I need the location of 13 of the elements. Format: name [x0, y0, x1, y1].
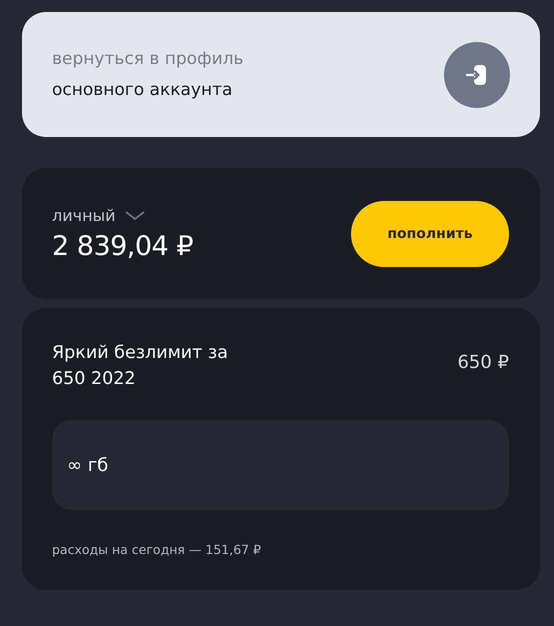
data-allowance: ∞ гб — [67, 454, 108, 476]
account-type-dropdown[interactable]: личный — [52, 206, 146, 224]
chevron-down-icon — [124, 208, 146, 222]
tariff-name: Яркий безлимит за 650 2022 — [52, 342, 229, 391]
login-icon — [466, 62, 488, 86]
account-name: основного аккаунта — [52, 80, 234, 100]
expenses-today: расходы на сегодня — 151,67 ₽ — [52, 542, 262, 557]
profile-caption: вернуться в профиль — [52, 49, 244, 69]
top-up-button[interactable]: пополнить — [351, 200, 509, 266]
account-type: личный — [52, 206, 116, 224]
profile-card[interactable]: вернуться в профиль основного аккаунта — [22, 12, 540, 137]
tariff-price: 650 ₽ — [457, 352, 509, 373]
balance-amount: 2 839,04 ₽ — [52, 230, 193, 262]
